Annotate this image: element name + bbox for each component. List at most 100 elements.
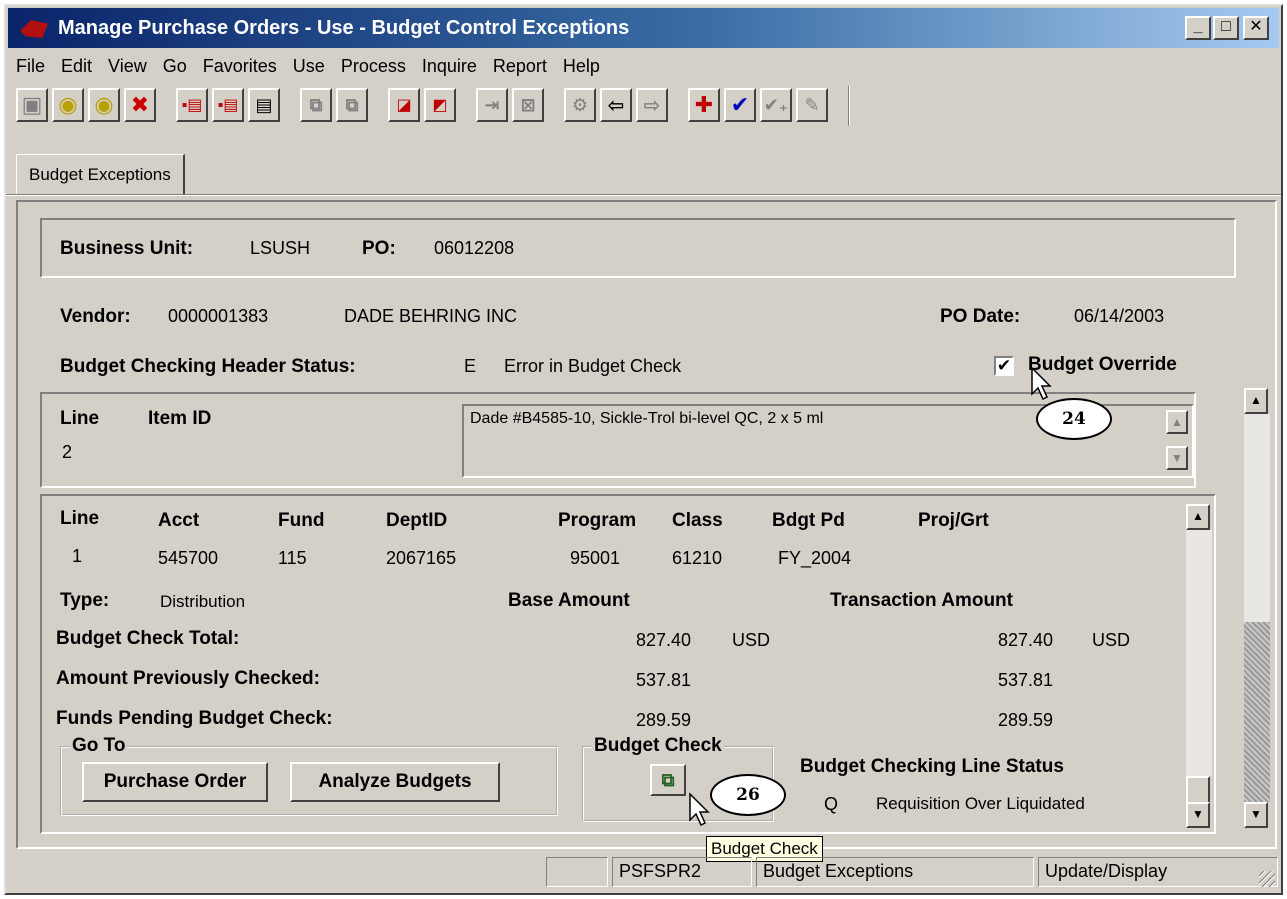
check-icon: ✔ [730,92,750,117]
dist-line-value: 1 [72,546,83,566]
header-status-text: Error in Budget Check [504,356,682,376]
menu-favorites[interactable]: Favorites [195,52,285,80]
line-status-text: Requisition Over Liquidated [876,794,1085,813]
distribution-scroll-down-button[interactable]: ▼ [1186,802,1210,828]
add-row-button[interactable]: ▪▤ [212,88,244,122]
update-display-all-button[interactable]: ✔₊ [760,88,792,122]
amount-previously-checked-trans: 537.81 [998,670,1054,690]
arrow-down-right-icon: ◪ [396,97,412,114]
menu-go[interactable]: Go [155,52,195,80]
list-icon: ▤ [255,94,273,115]
update-button[interactable]: ✔ [724,88,756,122]
paste-button[interactable]: ⧉ [336,88,368,122]
budget-check-total-trans-currency: USD [1092,630,1131,650]
go-to-groupbox: Go To Purchase Order Analyze Budgets [60,735,558,816]
po-date-value: 06/14/2003 [1074,306,1165,326]
save-button[interactable]: ▣ [16,88,48,122]
header-group: Business Unit: LSUSH PO: 06012208 [40,218,1236,278]
collapse-button[interactable]: ⊠ [512,88,544,122]
callout-step-24: 24 [1036,398,1112,440]
insert-row-button[interactable]: ▪▤ [176,88,208,122]
app-logo-icon [20,20,48,38]
correction-button[interactable]: ✎ [796,88,828,122]
description-scroll-down-button[interactable]: ▼ [1166,446,1188,470]
tab-budget-exceptions[interactable]: Budget Exceptions [16,154,185,196]
budget-check-total-label: Budget Check Total: [56,628,240,649]
back-button[interactable]: ⇦ [600,88,632,122]
header-status-label: Budget Checking Header Status: [60,356,356,377]
menu-file[interactable]: File [8,52,53,80]
business-unit-label: Business Unit: [60,238,194,259]
type-label: Type: [60,590,110,611]
funds-pending-base: 289.59 [636,710,692,730]
collapse-icon: ⊠ [520,94,536,115]
process-button[interactable]: ⚙ [564,88,596,122]
arrow-up-left-icon: ◩ [432,97,448,114]
arrow-right-icon: ⇨ [643,94,661,117]
vendor-label: Vendor: [60,306,131,327]
budget-check-button[interactable]: ⧉ [650,764,686,796]
close-button[interactable]: ✕ [1243,16,1269,40]
title-bar[interactable]: Manage Purchase Orders - Use - Budget Co… [8,8,1279,48]
application-window: Manage Purchase Orders - Use - Budget Co… [4,4,1283,895]
menu-report[interactable]: Report [485,52,555,80]
col-fund-header: Fund [278,510,325,531]
status-server: PSFSPR2 [612,857,752,887]
menu-process[interactable]: Process [333,52,414,80]
mouse-pointer-icon [1031,366,1052,401]
forward-button[interactable]: ⇨ [636,88,668,122]
purchase-order-button[interactable]: Purchase Order [82,762,268,802]
menu-help[interactable]: Help [555,52,608,80]
menu-view[interactable]: View [100,52,155,80]
next-button[interactable]: ◪ [388,88,420,122]
arrow-left-icon: ⇦ [607,94,625,117]
po-value: 06012208 [434,238,515,258]
distribution-scroll-up-button[interactable]: ▲ [1186,504,1210,530]
budget-check-total-base: 827.40 [636,630,692,650]
traffic-light-button[interactable]: ◉ [52,88,84,122]
delete-button[interactable]: ✖ [124,88,156,122]
minimize-button[interactable]: _ [1185,16,1211,40]
po-label: PO: [362,238,396,259]
page-scroll-thumb-area[interactable] [1244,622,1270,802]
col-class-header: Class [672,510,723,531]
paste-icon: ⧉ [345,94,359,115]
resize-grip-icon[interactable] [1259,871,1275,887]
save-icon: ▣ [21,92,43,117]
menu-edit[interactable]: Edit [53,52,100,80]
maximize-button[interactable]: □ [1213,16,1239,40]
menu-inquire[interactable]: Inquire [414,52,485,80]
page-panel: Business Unit: LSUSH PO: 06012208 Vendor… [16,200,1277,849]
page-scroll-track[interactable] [1244,414,1270,622]
line-status-code: Q [824,794,839,814]
dist-class-value: 61210 [672,548,723,568]
analyze-budgets-button[interactable]: Analyze Budgets [290,762,500,802]
status-bar: PSFSPR2 Budget Exceptions Update/Display [8,853,1279,891]
budget-check-total-base-currency: USD [732,630,771,650]
col-deptid-header: DeptID [386,510,448,531]
pencil-icon: ✎ [804,94,820,115]
vendor-id: 0000001383 [168,306,269,326]
toolbar-separator [848,86,850,126]
menu-use[interactable]: Use [285,52,333,80]
previous-button[interactable]: ◩ [424,88,456,122]
distribution-scroll-track[interactable] [1186,530,1212,776]
copy-button[interactable]: ⧉ [300,88,332,122]
budget-override-checkbox[interactable]: ✔ [994,356,1014,376]
status-page-name: Budget Exceptions [756,857,1034,887]
list-button[interactable]: ▤ [248,88,280,122]
header-status-code: E [464,356,477,376]
traffic-light-alert-icon: ◉ [94,92,114,117]
indent-icon: ⇥ [484,94,500,115]
menu-bar: File Edit View Go Favorites Use Process … [8,52,1279,80]
distribution-scroll-thumb[interactable] [1186,776,1210,804]
traffic-light-alert-button[interactable]: ◉ [88,88,120,122]
description-scroll-up-button[interactable]: ▲ [1166,410,1188,434]
line-value: 2 [62,442,73,462]
budget-check-legend: Budget Check [592,735,724,757]
indent-button[interactable]: ⇥ [476,88,508,122]
line-label: Line [60,408,100,429]
page-scroll-down-button[interactable]: ▼ [1244,802,1268,828]
page-scroll-up-button[interactable]: ▲ [1244,388,1268,414]
add-button[interactable]: ✚ [688,88,720,122]
